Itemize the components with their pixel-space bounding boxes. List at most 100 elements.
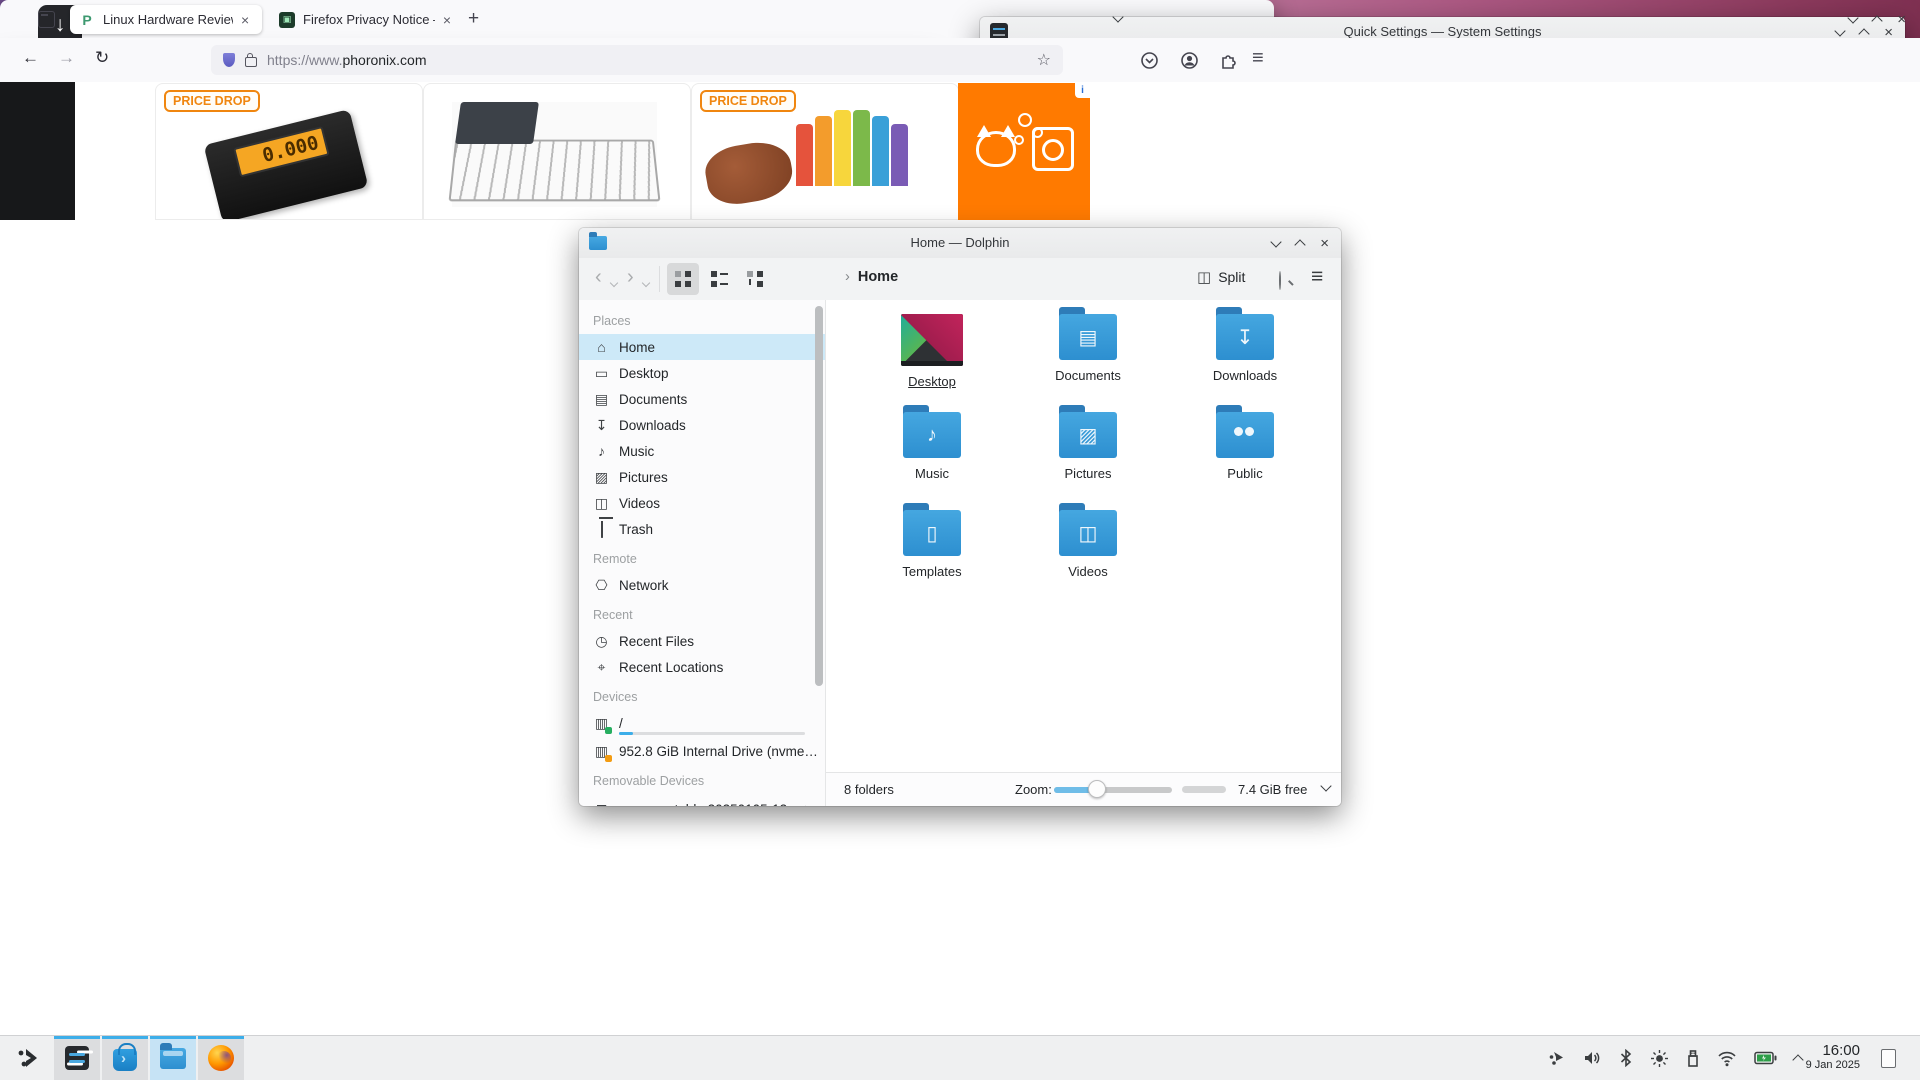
ad-slot-orange[interactable]: i (958, 83, 1090, 220)
place-downloads[interactable]: ↧Downloads (579, 412, 825, 438)
task-system-settings[interactable] (54, 1036, 100, 1080)
place-documents[interactable]: ▤Documents (579, 386, 825, 412)
account-icon[interactable] (1180, 51, 1199, 70)
place-home[interactable]: ⌂Home (579, 334, 825, 360)
folder-pictures[interactable]: ▨ Pictures (1033, 412, 1143, 481)
tab-firefox-privacy-notice[interactable]: ▣ Firefox Privacy Notice — M × (270, 5, 460, 34)
place-music[interactable]: ♪Music (579, 438, 825, 464)
hamburger-menu-icon[interactable]: ≡ (1252, 47, 1264, 70)
bluetooth-icon[interactable] (1619, 1049, 1633, 1067)
network-icon: ⎔ (593, 577, 610, 594)
forward-button[interactable]: → (58, 48, 75, 68)
reload-button[interactable]: ↻ (95, 48, 109, 68)
url-bar[interactable]: https://www.phoronix.com ☆ (211, 45, 1063, 75)
place-trash[interactable]: Trash (579, 516, 825, 542)
volume-icon[interactable] (1583, 1049, 1602, 1067)
maximize-button[interactable] (1872, 15, 1883, 26)
folder-templates[interactable]: ▯ Templates (877, 510, 987, 579)
breadcrumb[interactable]: › Home (845, 269, 898, 285)
application-launcher-button[interactable] (6, 1036, 52, 1080)
cat-icon (976, 131, 1016, 167)
icons-view-button[interactable] (667, 263, 699, 295)
tab-list-chevron-icon[interactable] (1112, 11, 1123, 22)
folder-music[interactable]: ♪ Music (877, 412, 987, 481)
firefox-window: P Linux Hardware Reviews & × ▣ Firefox P… (0, 0, 1274, 220)
window-title: Home — Dolphin (579, 235, 1341, 250)
split-button[interactable]: ◫ Split (1197, 268, 1245, 286)
place-network[interactable]: ⎔Network (579, 572, 825, 598)
ad-slot-dish-rack[interactable] (423, 83, 691, 220)
ad-slot-scale[interactable]: PRICE DROP 0.000 (155, 83, 423, 220)
show-desktop-button[interactable] (1881, 1049, 1896, 1068)
close-button[interactable]: × (1897, 12, 1906, 27)
price-drop-badge: PRICE DROP (164, 90, 260, 112)
forward-button[interactable]: › (627, 267, 634, 287)
night-light-icon[interactable] (1650, 1049, 1669, 1068)
task-firefox[interactable] (198, 1036, 244, 1080)
device-removable[interactable]: ⊟ neon unstable 20250105-12… ▲ (579, 796, 825, 806)
dolphin-titlebar[interactable]: Home — Dolphin × (579, 228, 1341, 259)
back-button[interactable]: ‹ (595, 267, 602, 287)
tab-close-icon[interactable]: × (241, 12, 249, 28)
chevron-right-icon: › (845, 269, 850, 285)
tab-title: Firefox Privacy Notice — M (303, 12, 435, 27)
clock[interactable]: 16:00 9 Jan 2025 (1806, 1042, 1860, 1072)
back-dropdown-icon[interactable] (610, 279, 618, 287)
removable-device-icon[interactable] (1686, 1049, 1700, 1068)
places-scrollbar[interactable] (815, 306, 823, 686)
close-button[interactable]: × (1320, 236, 1329, 251)
minimize-button[interactable] (1848, 12, 1859, 23)
videos-glyph: ◫ (1079, 521, 1098, 546)
minimize-button[interactable] (1271, 236, 1282, 247)
tab-linux-hardware-reviews[interactable]: P Linux Hardware Reviews & × (70, 5, 262, 34)
folder-desktop[interactable]: Desktop (877, 314, 987, 389)
place-pictures[interactable]: ▨Pictures (579, 464, 825, 490)
ad-folder-organizer-image (796, 110, 908, 186)
breadcrumb-location[interactable]: Home (858, 269, 898, 285)
device-internal-drive[interactable]: ▥ 952.8 GiB Internal Drive (nvme… (579, 738, 825, 764)
maximize-button[interactable] (1295, 239, 1306, 250)
folder-videos[interactable]: ◫ Videos (1033, 510, 1143, 579)
recent-header: Recent (593, 608, 633, 622)
search-icon[interactable] (1279, 271, 1281, 290)
url-text[interactable]: https://www.phoronix.com (267, 52, 427, 68)
back-button[interactable]: ← (22, 48, 39, 68)
tracking-protection-shield-icon[interactable] (223, 53, 235, 67)
tree-view-button[interactable] (739, 263, 771, 295)
forward-dropdown-icon[interactable] (642, 279, 650, 287)
kdeconnect-icon[interactable] (1548, 1049, 1566, 1067)
ad-slot-organizer[interactable]: PRICE DROP (691, 83, 959, 220)
place-label: Trash (619, 522, 653, 537)
expand-tray-chevron-icon[interactable] (1792, 1054, 1803, 1065)
place-recent-locations[interactable]: ⌖Recent Locations (579, 654, 825, 680)
tab-close-icon[interactable]: × (443, 12, 451, 28)
folder-public[interactable]: Public (1190, 412, 1300, 481)
locked-emblem (605, 755, 612, 762)
hamburger-menu-icon[interactable]: ≡ (1311, 265, 1323, 289)
place-desktop[interactable]: ▭Desktop (579, 360, 825, 386)
details-view-button[interactable] (703, 263, 735, 295)
task-dolphin[interactable] (150, 1036, 196, 1080)
new-tab-button[interactable]: + (468, 8, 479, 30)
folder-documents[interactable]: ▤ Documents (1033, 314, 1143, 383)
hard-drive-icon: ▥ (593, 715, 610, 732)
zoom-slider-handle[interactable] (1088, 780, 1106, 798)
page-dark-strip (0, 82, 75, 220)
folder-label: Pictures (1033, 466, 1143, 481)
pocket-icon[interactable] (1140, 51, 1159, 70)
firefox-view-icon[interactable] (38, 11, 55, 28)
taskbar: 16:00 9 Jan 2025 (0, 1035, 1920, 1080)
eject-icon[interactable]: ▲ (800, 803, 811, 806)
extensions-puzzle-icon[interactable] (1219, 51, 1238, 70)
downloads-glyph: ↧ (1237, 325, 1254, 350)
place-recent-files[interactable]: ◷Recent Files (579, 628, 825, 654)
chevron-down-icon[interactable] (1320, 780, 1331, 791)
bookmark-star-icon[interactable]: ☆ (1037, 50, 1051, 70)
place-videos[interactable]: ◫Videos (579, 490, 825, 516)
place-label: Downloads (619, 418, 686, 433)
folder-downloads[interactable]: ↧ Downloads (1190, 314, 1300, 383)
battery-icon[interactable] (1754, 1051, 1777, 1065)
adchoices-icon[interactable]: i (1075, 83, 1090, 98)
wifi-icon[interactable] (1717, 1050, 1737, 1067)
task-discover[interactable] (102, 1036, 148, 1080)
